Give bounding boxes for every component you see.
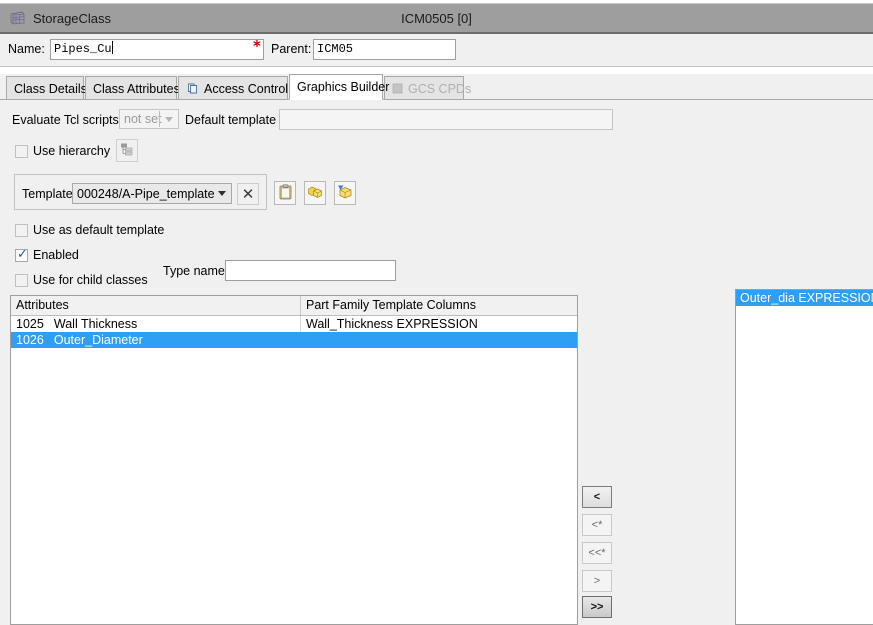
cube-arrow-icon bbox=[337, 184, 353, 203]
square-icon bbox=[392, 83, 403, 94]
use-as-default-template-label: Use as default template bbox=[33, 223, 165, 237]
enabled-label: Enabled bbox=[33, 248, 79, 262]
template-dropdown[interactable]: 000248/A-Pipe_template bbox=[72, 183, 232, 204]
template-label: Template bbox=[22, 187, 73, 201]
name-input[interactable]: Pipes_Cu bbox=[50, 39, 264, 60]
transfer-left-button[interactable]: < bbox=[582, 486, 612, 508]
close-icon: ✕ bbox=[241, 185, 255, 203]
cubes-icon bbox=[307, 184, 323, 203]
row-attribute: Wall Thickness bbox=[53, 317, 138, 331]
transfer-left-label: < bbox=[593, 491, 601, 503]
column-header-attributes[interactable]: Attributes bbox=[11, 296, 300, 315]
clipboard-paste-icon bbox=[278, 183, 293, 203]
tab-class-attributes-label: Class Attributes bbox=[93, 81, 180, 96]
tab-graphics-builder[interactable]: Graphics Builder bbox=[289, 74, 389, 100]
tab-graphics-builder-label: Graphics Builder bbox=[297, 80, 390, 94]
row-id: 1026 bbox=[16, 333, 44, 347]
name-required-asterisk: * bbox=[253, 37, 261, 55]
parent-input-value: ICM05 bbox=[317, 42, 354, 56]
evaluate-tcl-label: Evaluate Tcl scripts bbox=[12, 113, 119, 127]
hierarchy-tree-button[interactable] bbox=[116, 139, 138, 162]
tab-gcs-cpds[interactable]: GCS CPDs bbox=[384, 76, 471, 100]
evaluate-tcl-value: not set bbox=[124, 112, 162, 126]
tab-class-attributes[interactable]: Class Attributes bbox=[85, 76, 180, 100]
tab-access-control-label: Access Control bbox=[204, 81, 289, 96]
window-title: StorageClass bbox=[33, 10, 112, 26]
name-label: Name: bbox=[8, 42, 45, 56]
clear-template-button[interactable]: ✕ bbox=[237, 183, 259, 205]
transfer-left-all-button[interactable]: <<* bbox=[582, 542, 612, 564]
window-titlebar: StorageClass ICM0505 [0] bbox=[0, 3, 873, 34]
column-header-part-family-template-columns[interactable]: Part Family Template Columns bbox=[299, 296, 577, 315]
graphics-builder-pane: Evaluate Tcl scripts not set Default tem… bbox=[0, 100, 873, 625]
table-grid-icon bbox=[9, 11, 25, 25]
tab-access-control[interactable]: Access Control bbox=[178, 76, 288, 100]
transfer-left-all-label: <<* bbox=[588, 547, 606, 559]
enabled-checkbox[interactable]: ✓ bbox=[15, 246, 28, 262]
parent-label: Parent: bbox=[271, 42, 312, 56]
template-value: 000248/A-Pipe_template bbox=[77, 186, 215, 201]
tab-class-details[interactable]: Class Details bbox=[6, 76, 87, 100]
use-for-child-classes-checkbox[interactable] bbox=[15, 274, 28, 287]
transfer-right-all-label: >> bbox=[590, 601, 604, 613]
attributes-table-header: Attributes Part Family Template Columns bbox=[11, 296, 577, 316]
transfer-right-button[interactable]: > bbox=[582, 570, 612, 592]
chevron-down-icon bbox=[218, 191, 226, 196]
copy-template-cubes-button[interactable] bbox=[304, 181, 326, 205]
tab-bar: Class Details Class Attributes Access Co… bbox=[0, 74, 873, 100]
dropdown-divider bbox=[159, 111, 160, 127]
check-icon: ✓ bbox=[17, 246, 28, 261]
parent-input[interactable]: ICM05 bbox=[313, 39, 456, 60]
type-name-input[interactable] bbox=[225, 260, 396, 281]
default-template-input[interactable] bbox=[279, 109, 613, 130]
use-as-default-template-checkbox[interactable] bbox=[15, 224, 28, 237]
tab-gcs-cpds-label: GCS CPDs bbox=[408, 81, 472, 96]
use-hierarchy-label: Use hierarchy bbox=[33, 144, 111, 158]
use-hierarchy-checkbox[interactable] bbox=[15, 145, 28, 158]
text-caret bbox=[111, 41, 113, 54]
row-attribute: Outer_Diameter bbox=[53, 333, 143, 347]
list-item[interactable]: Outer_dia EXPRESSION bbox=[736, 290, 873, 306]
row-template-column: Wall_Thickness EXPRESSION bbox=[299, 316, 577, 332]
tab-class-details-label: Class Details bbox=[14, 81, 87, 96]
attributes-table[interactable]: Attributes Part Family Template Columns … bbox=[10, 295, 578, 625]
new-template-cube-button[interactable] bbox=[334, 181, 356, 205]
transfer-right-all-button[interactable]: >> bbox=[582, 596, 612, 618]
paste-template-button[interactable] bbox=[274, 181, 296, 205]
list-item-label: Outer_dia EXPRESSION bbox=[740, 291, 873, 305]
hierarchy-tree-icon bbox=[120, 142, 134, 159]
table-row[interactable]: 1026 Outer_Diameter bbox=[11, 332, 577, 348]
name-input-value: Pipes_Cu bbox=[54, 42, 112, 56]
row-id: 1025 bbox=[16, 317, 44, 331]
identity-row: Name: Pipes_Cu * Parent: ICM05 bbox=[0, 34, 873, 67]
default-template-label: Default template bbox=[185, 113, 277, 127]
transfer-right-label: > bbox=[593, 575, 601, 587]
type-name-label: Type name bbox=[163, 264, 225, 278]
use-for-child-classes-label: Use for child classes bbox=[33, 273, 148, 287]
available-columns-list[interactable]: Outer_dia EXPRESSION bbox=[735, 289, 873, 625]
transfer-left-star-button[interactable]: <* bbox=[582, 514, 612, 536]
table-row[interactable]: 1025 Wall Thickness Wall_Thickness EXPRE… bbox=[11, 316, 577, 332]
pages-icon bbox=[186, 82, 199, 95]
evaluate-tcl-dropdown[interactable]: not set bbox=[119, 109, 179, 129]
transfer-left-star-label: <* bbox=[591, 519, 603, 531]
chevron-down-icon bbox=[165, 116, 173, 122]
window-center-title: ICM0505 [0] bbox=[401, 10, 472, 26]
